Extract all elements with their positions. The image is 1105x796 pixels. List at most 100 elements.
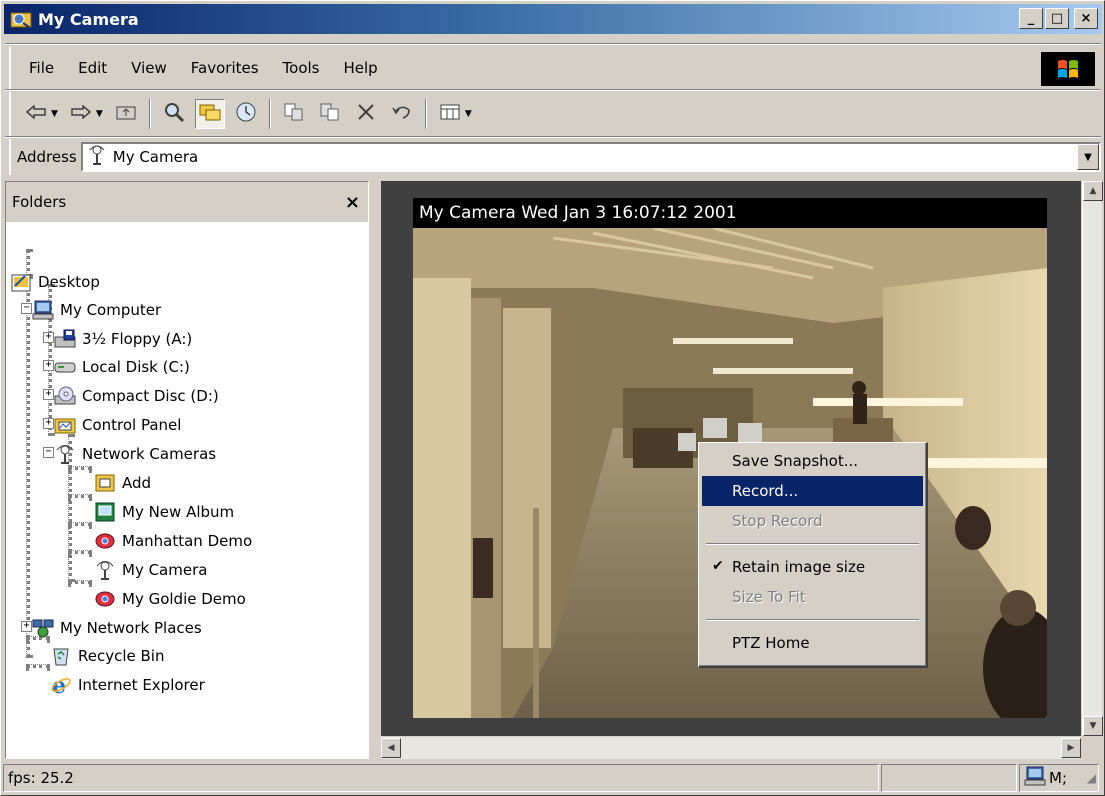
up-button[interactable]	[111, 99, 141, 129]
menu-item-label: Stop Record	[732, 512, 823, 530]
zone-text: M;	[1049, 769, 1067, 787]
minimize-button[interactable]: _	[1019, 8, 1043, 29]
tree-item-label: 3½ Floppy (A:)	[82, 330, 193, 348]
close-button[interactable]: ×	[1074, 8, 1098, 29]
tree-item-manhattan-demo[interactable]: Manhattan Demo	[94, 527, 252, 555]
address-label: Address	[17, 148, 77, 166]
history-button[interactable]	[231, 99, 261, 129]
delete-icon	[356, 102, 376, 126]
expand-toggle-icon[interactable]: +	[43, 389, 54, 400]
context-menu: Save Snapshot... Record... Stop Record ✔…	[698, 442, 928, 668]
menu-view[interactable]: View	[119, 59, 179, 77]
address-dropdown-button[interactable]: ▼	[1077, 144, 1099, 170]
folders-title: Folders	[12, 193, 67, 211]
expand-toggle-icon[interactable]: +	[43, 332, 54, 343]
tree-connector	[68, 580, 92, 584]
tree-item-label: Recycle Bin	[78, 647, 165, 665]
menu-item-save-snapshot[interactable]: Save Snapshot...	[702, 446, 923, 476]
scroll-left-button[interactable]: ◀	[381, 738, 401, 758]
camera-folder-icon	[10, 9, 32, 29]
tree-connector	[68, 522, 92, 526]
move-to-button[interactable]	[279, 99, 309, 129]
my-computer-icon	[32, 300, 54, 320]
menu-item-label: PTZ Home	[732, 634, 810, 652]
scroll-right-button[interactable]: ▶	[1061, 738, 1081, 758]
tree-item-recycle-bin[interactable]: Recycle Bin	[50, 642, 164, 670]
expand-toggle-icon[interactable]: +	[43, 360, 54, 371]
tree-item-my-new-album[interactable]: My New Album	[94, 498, 234, 526]
menu-favorites[interactable]: Favorites	[179, 59, 271, 77]
forward-button[interactable]	[66, 99, 96, 129]
tree-item-my-goldie-demo[interactable]: My Goldie Demo	[94, 585, 246, 613]
folders-button[interactable]	[194, 99, 225, 129]
tree-item-control-panel[interactable]: Control Panel	[54, 411, 181, 439]
tree-item-label: Network Cameras	[82, 445, 217, 463]
tree-item-label: My Camera	[122, 561, 208, 579]
network-places-icon	[32, 618, 54, 638]
forward-dropdown-icon[interactable]: ▼	[96, 109, 103, 119]
tree-item-add[interactable]: Add	[94, 469, 151, 497]
menu-item-retain-image-size[interactable]: ✔ Retain image size	[702, 552, 923, 582]
collapse-toggle-icon[interactable]: −	[21, 303, 32, 314]
tree-item-my-network-places[interactable]: My Network Places	[32, 614, 202, 642]
horizontal-scrollbar[interactable]: ◀ ▶	[381, 737, 1081, 759]
status-fps: fps: 25.2	[3, 764, 879, 792]
tree-item-label: My Network Places	[60, 619, 202, 637]
tree-item-my-computer[interactable]: My Computer	[32, 296, 161, 324]
menu-tools[interactable]: Tools	[271, 59, 332, 77]
up-folder-icon	[115, 103, 137, 125]
menu-help[interactable]: Help	[332, 59, 390, 77]
tree-item-my-camera[interactable]: My Camera	[94, 556, 207, 584]
menubar-divider	[5, 43, 1101, 45]
move-to-icon	[283, 102, 305, 126]
expand-toggle-icon[interactable]: +	[21, 621, 32, 632]
back-icon	[25, 104, 47, 123]
menu-edit[interactable]: Edit	[66, 59, 119, 77]
tree-item-label: Add	[122, 474, 152, 492]
search-button[interactable]	[159, 99, 189, 129]
delete-button[interactable]	[351, 99, 381, 129]
close-icon: ×	[1080, 11, 1092, 26]
status-bar: fps: 25.2 M; ◢	[3, 763, 1103, 793]
maximize-button[interactable]: □	[1045, 8, 1069, 29]
address-input[interactable]: My Camera ▼	[80, 142, 1101, 172]
minimize-icon: _	[1027, 11, 1035, 26]
resize-grip-icon[interactable]: ◢	[1087, 771, 1096, 785]
toolbar-divider	[5, 89, 1101, 91]
back-button[interactable]	[21, 99, 51, 129]
menu-item-size-to-fit: Size To Fit	[702, 582, 923, 612]
vertical-scrollbar[interactable]: ▲ ▼	[1082, 181, 1103, 736]
chevron-left-icon: ◀	[387, 743, 395, 753]
tree-item-label: My Goldie Demo	[122, 590, 246, 608]
scroll-up-button[interactable]: ▲	[1083, 181, 1103, 201]
explorer-window: My Camera _ □ × File Edit View Favorites…	[0, 0, 1105, 796]
window-title: My Camera	[38, 9, 139, 29]
internet-explorer-icon: e	[50, 674, 72, 696]
folders-close-icon[interactable]: ×	[345, 192, 360, 213]
expand-toggle-icon[interactable]: +	[43, 418, 54, 429]
back-dropdown-icon[interactable]: ▼	[51, 109, 58, 119]
tree-item-floppy[interactable]: 3½ Floppy (A:)	[54, 325, 192, 353]
menu-item-label: Record...	[732, 482, 799, 500]
menu-item-record[interactable]: Record...	[702, 476, 923, 506]
floppy-drive-icon	[54, 329, 76, 349]
tree-item-internet-explorer[interactable]: e Internet Explorer	[50, 671, 205, 699]
tree-item-local-disk[interactable]: Local Disk (C:)	[54, 353, 190, 381]
collapse-toggle-icon[interactable]: −	[43, 447, 54, 458]
views-button[interactable]	[435, 99, 465, 129]
tree-item-desktop[interactable]: Desktop	[10, 268, 100, 296]
history-icon	[235, 101, 257, 127]
menu-item-ptz-home[interactable]: PTZ Home	[702, 628, 923, 658]
title-bar[interactable]: My Camera _ □ ×	[4, 4, 1102, 34]
address-value: My Camera	[112, 148, 199, 166]
views-dropdown-icon[interactable]: ▼	[465, 109, 472, 119]
copy-to-button[interactable]	[315, 99, 345, 129]
tree-item-network-cameras[interactable]: Network Cameras	[54, 440, 216, 468]
menu-file[interactable]: File	[11, 59, 66, 77]
scroll-down-button[interactable]: ▼	[1083, 716, 1103, 736]
folders-icon	[199, 102, 221, 126]
menu-separator	[706, 619, 919, 621]
undo-button[interactable]	[387, 99, 417, 129]
tree-item-compact-disc[interactable]: Compact Disc (D:)	[54, 382, 219, 410]
add-camera-icon	[94, 473, 116, 493]
